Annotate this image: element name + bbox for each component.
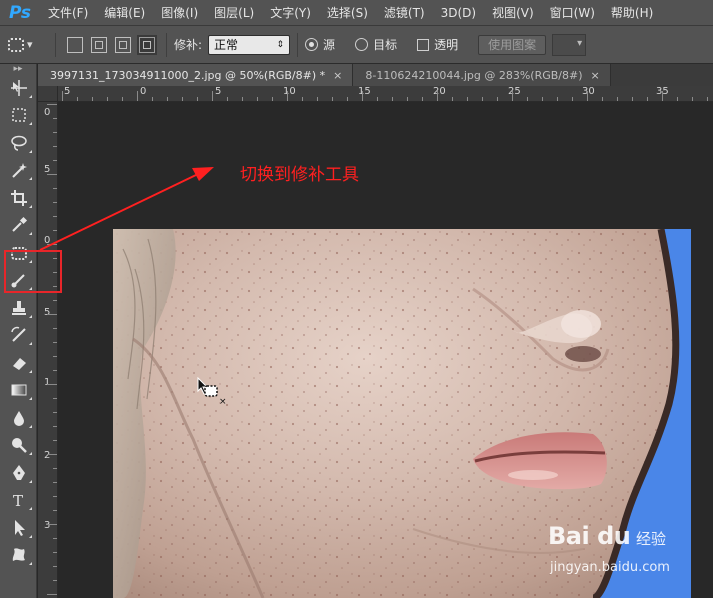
photoshop-window: Ps 文件(F) 编辑(E) 图像(I) 图层(L) 文字(Y) 选择(S) 滤… [0, 0, 713, 598]
watermark-brand: Bai du [548, 522, 631, 550]
annotation-arrow [39, 167, 214, 251]
patch-tool-highlight [4, 250, 62, 293]
watermark-url: jingyan.baidu.com [550, 560, 670, 575]
annotation-text: 切换到修补工具 [240, 165, 359, 185]
baidu-jingyan-watermark: Bai du 经验 jingyan.baidu.com [548, 522, 678, 582]
watermark-cn: 经验 [636, 530, 667, 548]
